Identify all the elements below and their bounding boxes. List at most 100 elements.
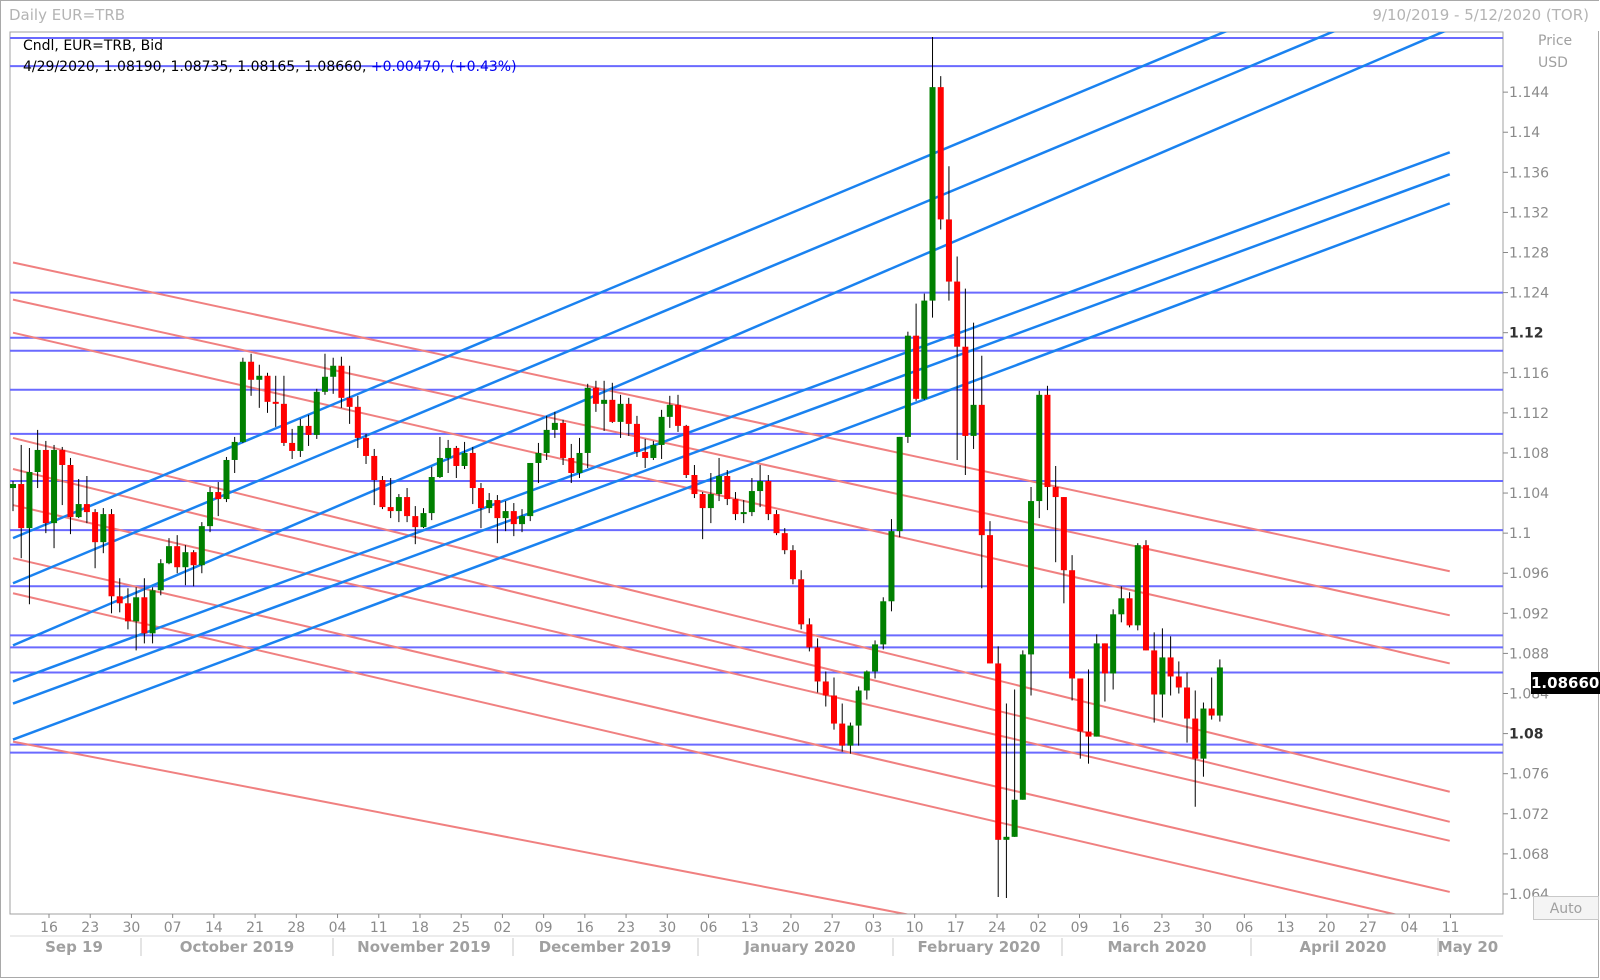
x-month-label: April 2020 [1300,938,1387,956]
candle-down [806,624,813,648]
candle-down [108,514,115,597]
candle-down [363,437,370,456]
candle-up [1093,643,1100,737]
x-tick-label: 30 [1194,920,1212,936]
x-tick-label: 06 [700,920,718,936]
candle-down [609,399,616,422]
candle-up [1134,545,1141,626]
candle-up [1159,657,1166,695]
candle-down [913,335,920,399]
x-tick-label: 24 [988,920,1006,936]
candle-down [174,546,181,568]
candle-up [165,546,172,564]
x-tick-label: 02 [1029,920,1047,936]
candle-down [124,603,131,622]
candle-down [592,387,599,404]
candle-down [469,452,476,489]
x-tick-label: 11 [370,920,388,936]
candle-up [436,457,443,478]
candle-up [1216,667,1223,716]
x-tick-label: 07 [164,920,182,936]
x-tick-label: 14 [205,920,223,936]
x-month-label: Sep 19 [45,938,103,956]
candle-up [543,429,550,453]
x-tick-label: 16 [40,920,58,936]
candle-up [149,590,156,634]
candle-down [1069,570,1076,679]
candle-up [330,365,337,377]
candle-down [59,449,66,465]
candle-up [239,361,246,442]
x-tick-label: 21 [246,920,264,936]
x-tick-label: 20 [782,920,800,936]
x-tick-label: 16 [576,920,594,936]
candle-up [34,449,41,472]
candle-down [642,451,649,458]
candle-up [551,422,558,430]
y-tick-label: 1.104 [1509,486,1549,502]
candle-up [1200,708,1207,759]
candle-down [248,361,255,380]
candle-down [494,500,501,519]
candle-up [847,725,854,746]
y-tick-label: 1.128 [1509,246,1549,262]
candle-up [716,476,723,495]
candle-up [1019,654,1026,800]
currency-label: USD [1538,55,1568,71]
candle-up [182,552,189,568]
candle-up [921,300,928,399]
x-month-label: January 2020 [743,938,855,956]
candle-up [658,416,665,445]
candle-down [18,484,25,529]
candle-down [289,442,296,451]
candle-up [157,563,164,591]
y-tick-label: 1.112 [1509,406,1549,422]
candle-up [502,511,509,519]
x-tick-label: 02 [494,920,512,936]
x-tick-label: 27 [823,920,841,936]
price-chart[interactable]: 1.0641.0681.0721.0761.081.0841.0881.0921… [1,1,1600,980]
candle-down [1077,678,1084,732]
candle-down [962,346,969,436]
candle-up [904,335,911,437]
candle-up [198,526,205,566]
candle-down [280,403,287,443]
candle-up [297,425,304,451]
candle-up [313,391,320,435]
candle-up [461,452,468,466]
candle-down [92,512,99,543]
x-tick-label: 30 [658,920,676,936]
candle-down [67,464,74,518]
y-tick-label: 1.092 [1509,606,1549,622]
candle-down [272,401,279,404]
candle-up [872,644,879,672]
candle-up [486,500,493,509]
candle-down [412,516,419,528]
candle-down [839,723,846,746]
x-month-label: February 2020 [918,938,1041,956]
candle-down [831,695,837,724]
auto-scale-button[interactable]: Auto [1533,896,1599,920]
candle-down [1044,394,1051,488]
x-tick-label: 27 [1359,920,1377,936]
candle-down [1175,676,1182,688]
candle-up [880,601,887,645]
x-tick-label: 13 [741,920,759,936]
candle-down [83,504,90,513]
x-month-label: October 2019 [180,938,294,956]
candle-up [863,671,870,691]
candle-down [1167,657,1174,677]
candle-up [1028,501,1035,655]
candle-up [420,513,427,528]
candle-down [1184,687,1191,719]
candle-down [625,403,632,424]
candle-up [51,449,58,524]
x-tick-label: 17 [947,920,965,936]
x-tick-label: 11 [1442,920,1460,936]
chart-window: Daily EUR=TRB 9/10/2019 - 5/12/2020 (TOR… [0,0,1600,980]
candle-down [568,457,575,473]
candle-up [757,481,764,492]
candle-down [1052,487,1059,498]
candle-down [338,365,345,398]
candle-up [584,387,591,453]
